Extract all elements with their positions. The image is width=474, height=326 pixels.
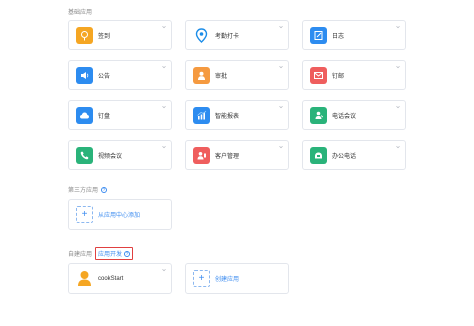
app-card[interactable]: 考勤打卡 [185,20,289,50]
chevron-down-icon[interactable] [162,145,166,149]
app-card[interactable]: 钉盘 [68,100,172,130]
app-label: 日志 [332,33,345,40]
app-label: 签到 [98,33,111,40]
location-pin-icon [76,26,93,44]
app-label: 钉盘 [98,113,111,120]
app-label: 客户管理 [215,153,240,160]
plus-icon: + [76,206,93,223]
chevron-down-icon[interactable] [162,105,166,109]
app-card[interactable]: 公告 [68,60,172,90]
person-avatar-icon [76,270,93,287]
chevron-down-icon[interactable] [162,25,166,29]
app-label: 智能报表 [215,113,240,120]
app-card[interactable]: 办公电话 [302,140,406,170]
app-card[interactable]: 智能报表 [185,100,289,130]
chevron-down-icon[interactable] [279,25,283,29]
app-development-label: 应用开发 [98,252,123,258]
section-title-third-party-text: 第三方应用 [68,188,99,194]
app-label: cookStart [98,275,124,282]
section-title-basic-text: 基础应用 [68,10,93,16]
video-phone-icon [76,146,93,164]
help-icon: ? [124,250,131,257]
help-icon[interactable]: ? [101,186,108,193]
app-card[interactable]: 日志 [302,20,406,50]
app-card[interactable]: 签到 [68,20,172,50]
create-app-button[interactable]: + 创建应用 [185,263,289,294]
chevron-down-icon[interactable] [279,65,283,69]
speaker-icon [76,66,93,84]
create-app-label: 创建应用 [215,277,240,283]
mail-icon [310,66,327,84]
app-card[interactable]: 钉邮 [302,60,406,90]
section-title-basic: 基础应用 [68,7,92,16]
phone-conference-icon [310,106,327,124]
chevron-down-icon[interactable] [396,105,400,109]
chevron-down-icon[interactable] [279,105,283,109]
app-card[interactable]: 客户管理 [185,140,289,170]
cloud-icon [76,106,93,124]
chevron-down-icon[interactable] [396,145,400,149]
app-card[interactable]: 视频会议 [68,140,172,170]
add-from-app-center-label: 从应用中心添加 [98,213,141,219]
section-title-third-party: 第三方应用 ? [68,185,108,194]
chevron-down-icon[interactable] [279,145,283,149]
app-label: 公告 [98,73,111,80]
app-label: 视频会议 [98,153,123,160]
app-card[interactable]: 电话会议 [302,100,406,130]
section-title-custom: 自建应用 应用开发 ? [68,247,134,260]
app-label: 考勤打卡 [215,33,240,40]
app-label: 钉邮 [332,73,345,80]
app-label: 电话会议 [332,113,357,120]
customer-icon [193,146,210,164]
app-label: 审批 [215,73,228,80]
app-development-link[interactable]: 应用开发 ? [95,247,134,260]
app-label: 办公电话 [332,153,357,160]
app-card[interactable]: 审批 [185,60,289,90]
plus-icon: + [193,270,210,287]
map-pin-icon [193,27,210,44]
app-card-cookstart[interactable]: cookStart [68,263,172,294]
journal-pen-icon [310,26,327,44]
report-chart-icon [193,106,210,124]
office-phone-icon [310,146,327,164]
add-from-app-center-button[interactable]: + 从应用中心添加 [68,199,172,230]
chevron-down-icon[interactable] [162,65,166,69]
chevron-down-icon[interactable] [396,65,400,69]
chevron-down-icon[interactable] [396,25,400,29]
chevron-down-icon[interactable] [162,268,166,272]
approval-user-icon [193,66,210,84]
section-title-custom-text: 自建应用 [68,252,93,258]
